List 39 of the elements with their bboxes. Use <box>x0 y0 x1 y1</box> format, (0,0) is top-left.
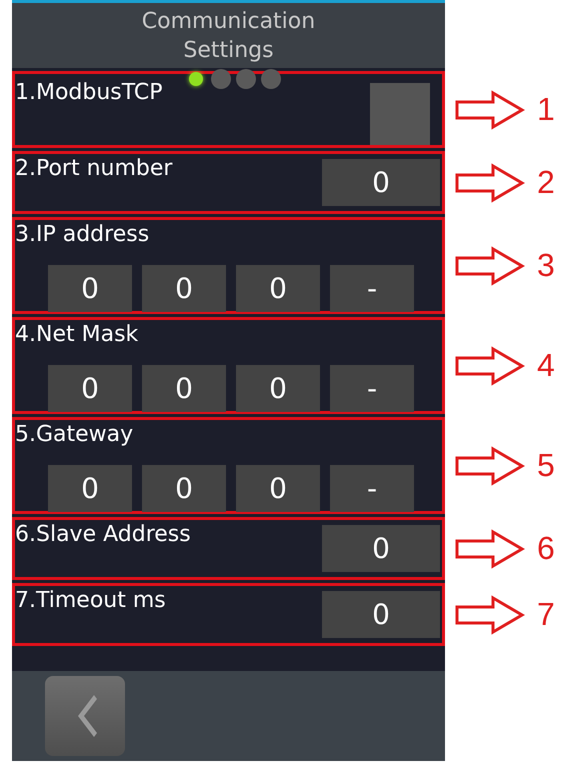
arrow-icon <box>455 528 525 568</box>
callout-number: 3 <box>537 247 555 284</box>
input-field[interactable]: 0 <box>142 465 226 512</box>
checkbox[interactable] <box>370 83 430 145</box>
input-field[interactable]: - <box>330 365 414 412</box>
screen-title: Communication Settings <box>140 8 316 64</box>
input-field[interactable]: 0 <box>322 591 440 638</box>
setting-label: 4.Net Mask <box>15 322 140 348</box>
setting-label: 1.ModbusTCP <box>15 80 163 106</box>
input-field[interactable]: 0 <box>142 365 226 412</box>
arrow-icon <box>455 90 525 130</box>
setting-label: 6.Slave Address <box>15 522 192 548</box>
callout-number: 7 <box>537 596 555 633</box>
arrow-icon <box>455 446 525 486</box>
input-field[interactable]: 0 <box>322 525 440 572</box>
setting-label: 7.Timeout ms <box>15 588 167 614</box>
input-field[interactable]: - <box>330 265 414 312</box>
arrow-icon <box>455 162 525 202</box>
callout-number: 1 <box>537 91 555 128</box>
input-field[interactable]: 0 <box>48 365 132 412</box>
arrow-icon <box>455 246 525 286</box>
arrow-icon <box>455 594 525 634</box>
callout-number: 5 <box>537 447 555 484</box>
input-field[interactable]: 0 <box>236 365 320 412</box>
input-field[interactable]: 0 <box>48 265 132 312</box>
input-field[interactable]: - <box>330 465 414 512</box>
callout-number: 6 <box>537 530 555 567</box>
callout-number: 2 <box>537 164 555 201</box>
arrow-icon <box>455 346 525 386</box>
setting-label: 3.IP address <box>15 222 150 248</box>
callout-number: 4 <box>537 347 555 384</box>
input-field[interactable]: 0 <box>322 159 440 206</box>
setting-label: 2.Port number <box>15 156 174 182</box>
setting-label: 5.Gateway <box>15 422 134 448</box>
input-field[interactable]: 0 <box>236 265 320 312</box>
back-button[interactable] <box>45 676 125 756</box>
input-field[interactable]: 0 <box>48 465 132 512</box>
input-field[interactable]: 0 <box>236 465 320 512</box>
input-field[interactable]: 0 <box>142 265 226 312</box>
